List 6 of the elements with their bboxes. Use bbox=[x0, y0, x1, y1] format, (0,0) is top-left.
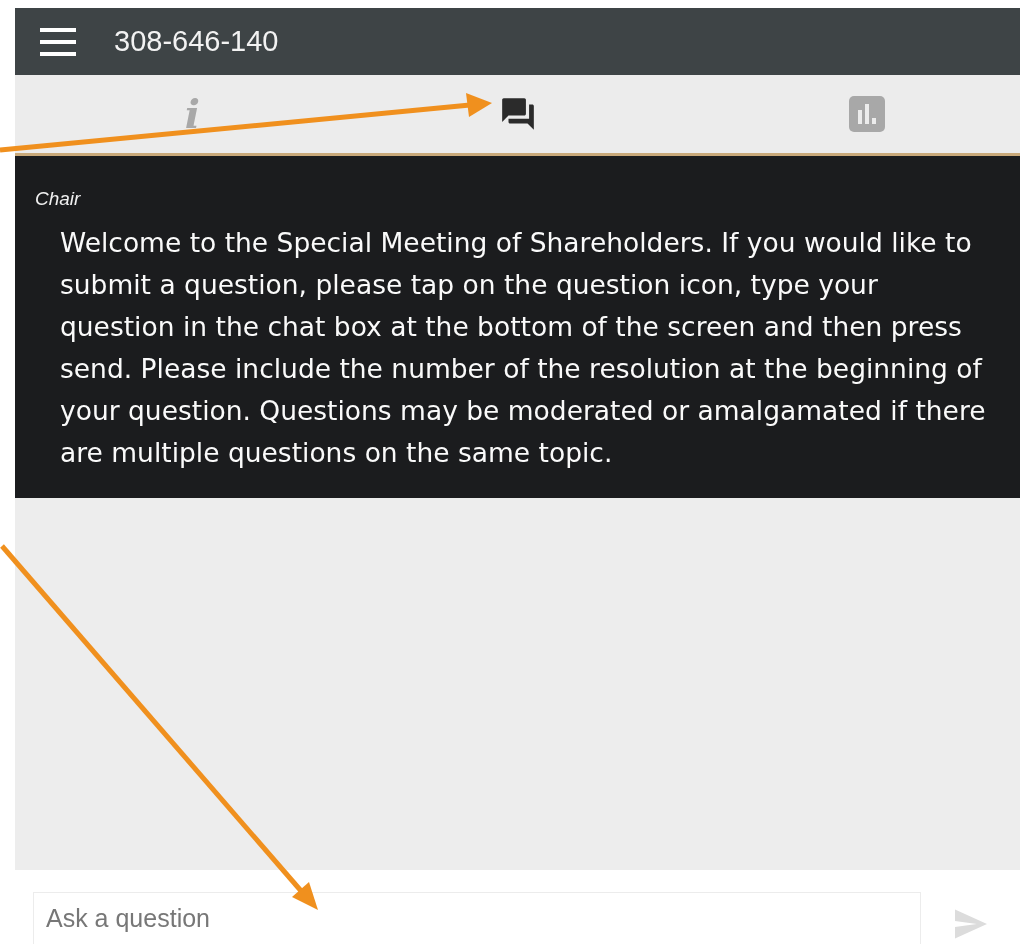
menu-icon[interactable] bbox=[40, 26, 76, 57]
question-field[interactable]: Ask a question bbox=[33, 892, 921, 944]
message-text: Welcome to the Special Meeting of Shareholders. If you would like to submit a question, please tap on the question icon, type your question in the chat box at the bottom of the screen and then press send. Please include the number of the resolution at the beginning of your question. Questions may be moderated or amalgamated if there are multiple questions on the same topic. bbox=[60, 226, 987, 470]
meeting-id: 308-646-140 bbox=[114, 25, 279, 58]
sender-name: Chair bbox=[35, 188, 81, 210]
info-tab[interactable]: i bbox=[184, 94, 200, 134]
